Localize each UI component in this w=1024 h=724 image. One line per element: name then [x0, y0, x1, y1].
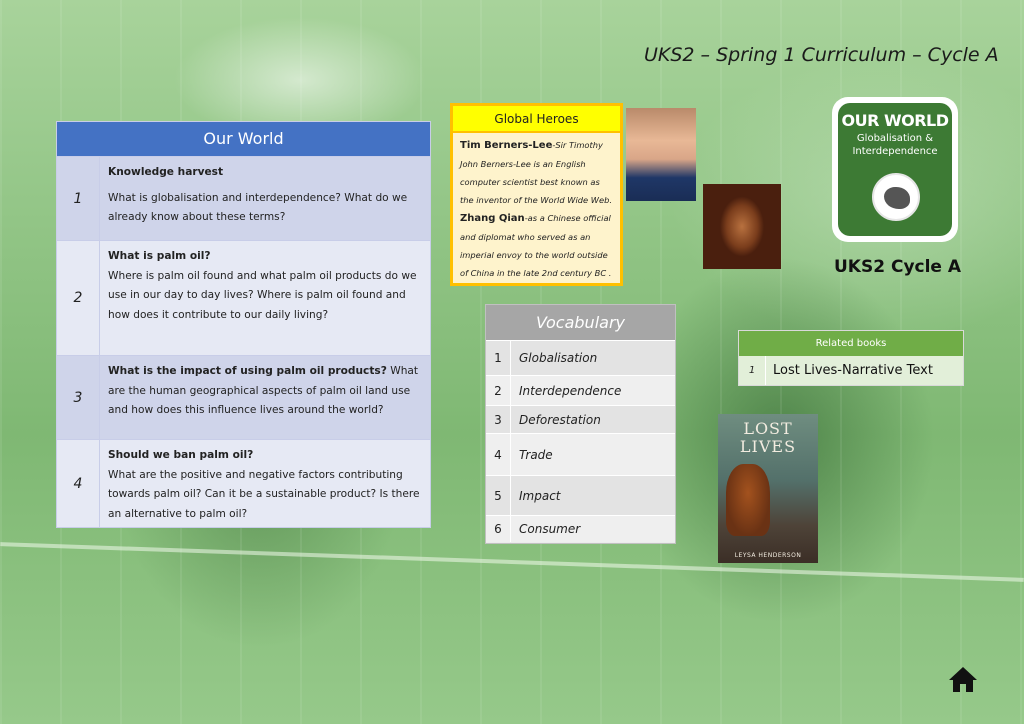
list-item: 3 Deforestation: [486, 405, 675, 433]
list-item: 6 Consumer: [486, 515, 675, 542]
hero-name: Tim Berners-Lee: [460, 140, 553, 151]
vocab-number: 5: [494, 488, 502, 503]
orangutan-illustration: [726, 464, 770, 536]
row-number: 2: [57, 241, 100, 355]
global-heroes-heading: Global Heroes: [453, 106, 620, 133]
row-text: What is the impact of using palm oil pro…: [100, 356, 430, 439]
row-number: 3: [57, 356, 100, 439]
logo-panel: OUR WORLD Globalisation & Interdependenc…: [838, 103, 952, 236]
vocab-number: 3: [494, 412, 502, 427]
list-item: 5 Impact: [486, 475, 675, 515]
vocab-word: Globalisation: [510, 341, 675, 375]
list-item: 2 Interdependence: [486, 375, 675, 405]
row-question: Knowledge harvest: [108, 166, 224, 178]
row-question: What is palm oil?: [108, 250, 211, 262]
row-text: What is palm oil? Where is palm oil foun…: [100, 241, 430, 355]
vocab-number: 1: [494, 351, 502, 365]
vocab-word: Impact: [510, 476, 675, 515]
table-row: 1 Knowledge harvest What is globalisatio…: [57, 156, 430, 240]
related-books-heading: Related books: [739, 331, 963, 356]
page-title: UKS2 – Spring 1 Curriculum – Cycle A: [644, 44, 999, 66]
zhang-qian-photo: [703, 184, 781, 269]
vocabulary-heading: Vocabulary: [486, 305, 675, 340]
row-body: Where is palm oil found and what palm oi…: [108, 269, 417, 321]
row-question: Should we ban palm oil?: [108, 449, 254, 461]
vocab-number: 4: [494, 447, 502, 462]
vocab-word: Deforestation: [510, 406, 675, 433]
list-item: 1 Globalisation: [486, 340, 675, 375]
hero-name: Zhang Qian: [460, 213, 525, 224]
vocab-word: Consumer: [510, 516, 675, 542]
vocab-number: 2: [494, 383, 502, 398]
our-world-table: Our World 1 Knowledge harvest What is gl…: [56, 121, 431, 528]
table-row: 2 What is palm oil? Where is palm oil fo…: [57, 240, 430, 355]
book-title: Lost Lives-Narrative Text: [773, 363, 933, 378]
row-text: Should we ban palm oil? What are the pos…: [100, 440, 430, 527]
globe-icon: [872, 173, 920, 221]
related-books-table: Related books 1 Lost Lives-Narrative Tex…: [738, 330, 964, 386]
global-heroes-box: Global Heroes Tim Berners-Lee-Sir Timoth…: [450, 103, 623, 286]
home-icon[interactable]: [948, 666, 978, 693]
logo-title: OUR WORLD: [841, 111, 949, 130]
row-body: What is globalisation and interdependenc…: [108, 191, 408, 224]
book-cover-author: LEYSA HENDERSON: [734, 552, 802, 559]
vocab-number: 6: [494, 522, 502, 536]
cycle-label: UKS2 Cycle A: [834, 257, 962, 277]
list-item: 1 Lost Lives-Narrative Text: [739, 356, 963, 385]
our-world-heading: Our World: [57, 122, 430, 156]
book-number: 1: [739, 356, 766, 385]
row-number: 1: [57, 157, 100, 240]
logo-subtitle: Globalisation & Interdependence: [852, 133, 938, 157]
book-cover-lost-lives: LOST LIVES LEYSA HENDERSON: [718, 414, 818, 563]
row-body: What are the positive and negative facto…: [108, 468, 420, 520]
global-heroes-body: Tim Berners-Lee-Sir Timothy John Berners…: [453, 133, 620, 285]
table-row: 4 Should we ban palm oil? What are the p…: [57, 439, 430, 527]
vocab-word: Interdependence: [510, 376, 675, 405]
row-question: What is the impact of using palm oil pro…: [108, 365, 387, 377]
book-cover-title: LOST LIVES: [739, 419, 797, 456]
row-number: 4: [57, 440, 100, 527]
tim-berners-lee-photo: [626, 108, 696, 201]
table-row: 3 What is the impact of using palm oil p…: [57, 355, 430, 439]
vocabulary-table: Vocabulary 1 Globalisation 2 Interdepend…: [485, 304, 676, 544]
our-world-logo: OUR WORLD Globalisation & Interdependenc…: [832, 97, 958, 242]
row-text: Knowledge harvest What is globalisation …: [100, 157, 430, 240]
list-item: 4 Trade: [486, 433, 675, 475]
vocab-word: Trade: [510, 434, 675, 475]
